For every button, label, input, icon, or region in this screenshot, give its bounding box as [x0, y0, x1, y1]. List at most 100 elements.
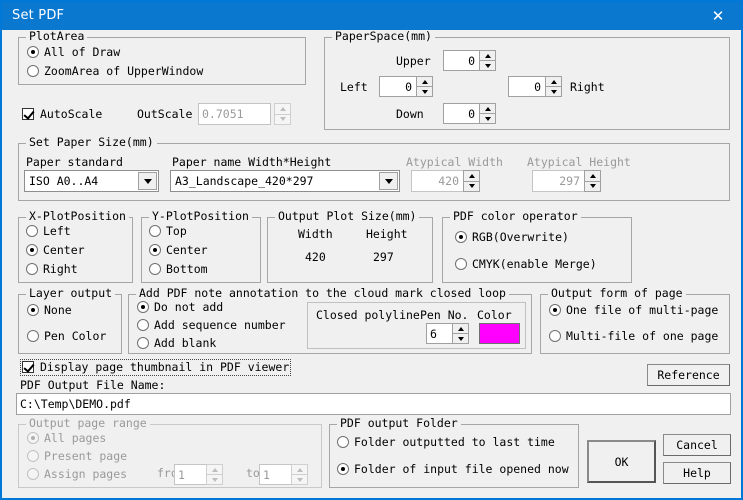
window-title: Set PDF: [12, 8, 65, 23]
radio-label: Left: [43, 224, 71, 238]
radio-layer-none[interactable]: None: [27, 304, 72, 317]
radio-y-center[interactable]: Center: [149, 244, 208, 257]
down-stepper[interactable]: [479, 103, 496, 124]
stepper-down-icon[interactable]: [274, 113, 291, 125]
atypical-width-stepper[interactable]: [463, 170, 480, 192]
ok-button[interactable]: OK: [587, 440, 656, 483]
stepper-up-icon[interactable]: [452, 323, 469, 333]
right-input[interactable]: 0: [508, 76, 546, 97]
stepper-up-icon[interactable]: [416, 76, 433, 86]
stepper-up-icon[interactable]: [479, 50, 496, 60]
cancel-button[interactable]: Cancel: [663, 434, 731, 456]
page-to-stepper[interactable]: [291, 464, 308, 485]
radio-dot-icon: [27, 65, 39, 77]
atypical-height-stepper[interactable]: [584, 170, 601, 192]
radio-multi-file-one-page[interactable]: Multi-file of one page: [549, 330, 718, 343]
radio-x-right[interactable]: Right: [26, 263, 78, 276]
radio-label: All pages: [44, 431, 107, 445]
radio-all-pages[interactable]: All pages: [27, 432, 106, 445]
stepper-down-icon[interactable]: [452, 333, 469, 344]
down-input[interactable]: 0: [443, 103, 480, 124]
pen-color-swatch[interactable]: [479, 323, 520, 344]
radio-cmyk-enable-merge[interactable]: CMYK(enable Merge): [455, 258, 597, 271]
radio-label: Assign pages: [44, 467, 128, 481]
pdf-color-operator-caption: PDF color operator: [450, 210, 581, 223]
radio-rgb-overwrite[interactable]: RGB(Overwrite): [455, 231, 569, 244]
radio-y-bottom[interactable]: Bottom: [149, 263, 208, 276]
radio-layer-pen-color[interactable]: Pen Color: [27, 330, 106, 343]
stepper-down-icon[interactable]: [416, 86, 433, 97]
radio-dot-icon: [27, 432, 39, 444]
radio-x-center[interactable]: Center: [26, 244, 85, 257]
help-button[interactable]: Help: [663, 462, 731, 484]
upper-input[interactable]: 0: [443, 50, 480, 71]
stepper-down-icon[interactable]: [291, 474, 308, 485]
stepper-down-icon[interactable]: [479, 60, 496, 71]
left-input[interactable]: 0: [379, 76, 417, 97]
upper-stepper[interactable]: [479, 50, 496, 71]
page-from-input[interactable]: 1: [174, 464, 207, 485]
closed-polyline-label: Closed polyline: [316, 308, 420, 322]
stepper-up-icon[interactable]: [479, 103, 496, 113]
radio-folder-last-time[interactable]: Folder outputted to last time: [337, 436, 555, 449]
radio-label: Center: [166, 243, 208, 257]
atypical-height-input[interactable]: 297: [532, 170, 585, 192]
pen-no-input[interactable]: 6: [426, 323, 453, 344]
stepper-down-icon[interactable]: [479, 113, 496, 124]
radio-folder-input-file[interactable]: Folder of input file opened now: [337, 463, 569, 476]
display-thumbnail-checkbox[interactable]: Display page thumbnail in PDF viewer: [19, 359, 292, 376]
radio-dot-icon: [26, 225, 38, 237]
left-stepper[interactable]: [416, 76, 433, 97]
stepper-up-icon[interactable]: [274, 103, 291, 114]
pen-no-stepper[interactable]: [452, 323, 469, 344]
paper-name-select[interactable]: A3_Landscape_420*297: [170, 170, 400, 192]
right-stepper[interactable]: [545, 76, 562, 97]
file-name-input[interactable]: C:\Temp\DEMO.pdf: [16, 393, 731, 415]
stepper-up-icon[interactable]: [206, 464, 223, 474]
stepper-up-icon[interactable]: [291, 464, 308, 474]
chevron-down-icon[interactable]: [138, 172, 157, 190]
stepper-down-icon[interactable]: [463, 180, 480, 192]
radio-label: ZoomArea of UpperWindow: [44, 64, 204, 78]
stepper-up-icon[interactable]: [545, 76, 562, 86]
close-icon[interactable]: ✕: [695, 2, 741, 30]
outscale-stepper[interactable]: [274, 103, 291, 125]
stepper-up-icon[interactable]: [584, 170, 601, 181]
file-name-label: PDF Output File Name:: [20, 378, 166, 392]
radio-assign-pages[interactable]: Assign pages: [27, 468, 127, 481]
radio-add-sequence-number[interactable]: Add sequence number: [137, 319, 286, 332]
paper-standard-select[interactable]: ISO A0..A4: [24, 170, 159, 192]
outscale-input[interactable]: 0.7051: [198, 103, 271, 125]
down-value: 0: [468, 106, 475, 121]
radio-x-left[interactable]: Left: [26, 225, 71, 238]
radio-add-blank[interactable]: Add blank: [137, 337, 216, 350]
atypical-width-input[interactable]: 420: [411, 170, 464, 192]
y-plot-position-group: Y-PlotPosition Top Center Bottom: [141, 210, 261, 283]
output-page-range-caption: Output page range: [26, 417, 150, 430]
radio-one-file-multi-page[interactable]: One file of multi-page: [549, 304, 718, 317]
page-from-value: 1: [178, 467, 185, 482]
radio-label: Right: [43, 262, 78, 276]
radio-dot-icon: [149, 263, 161, 275]
atypical-width-label: Atypical Width: [406, 155, 503, 169]
page-to-input[interactable]: 1: [259, 464, 292, 485]
stepper-up-icon[interactable]: [463, 170, 480, 181]
paper-standard-label: Paper standard: [26, 155, 123, 169]
radio-label: One file of multi-page: [566, 303, 719, 317]
radio-do-not-add[interactable]: Do not add: [137, 301, 223, 314]
radio-dot-icon: [27, 304, 39, 316]
page-from-stepper[interactable]: [206, 464, 223, 485]
stepper-down-icon[interactable]: [545, 86, 562, 97]
chevron-down-icon[interactable]: [379, 172, 398, 190]
stepper-down-icon[interactable]: [206, 474, 223, 485]
radio-dot-icon: [137, 301, 149, 313]
radio-zoomarea-of-upperwindow[interactable]: ZoomArea of UpperWindow: [27, 65, 203, 78]
checkbox-icon: [22, 361, 34, 373]
stepper-down-icon[interactable]: [584, 180, 601, 192]
radio-y-top[interactable]: Top: [149, 225, 187, 238]
radio-all-of-draw[interactable]: All of Draw: [27, 46, 120, 59]
left-label: Left: [340, 80, 368, 94]
autoscale-checkbox[interactable]: AutoScale: [22, 108, 102, 121]
radio-present-page[interactable]: Present page: [27, 450, 127, 463]
reference-button[interactable]: Reference: [647, 364, 730, 386]
